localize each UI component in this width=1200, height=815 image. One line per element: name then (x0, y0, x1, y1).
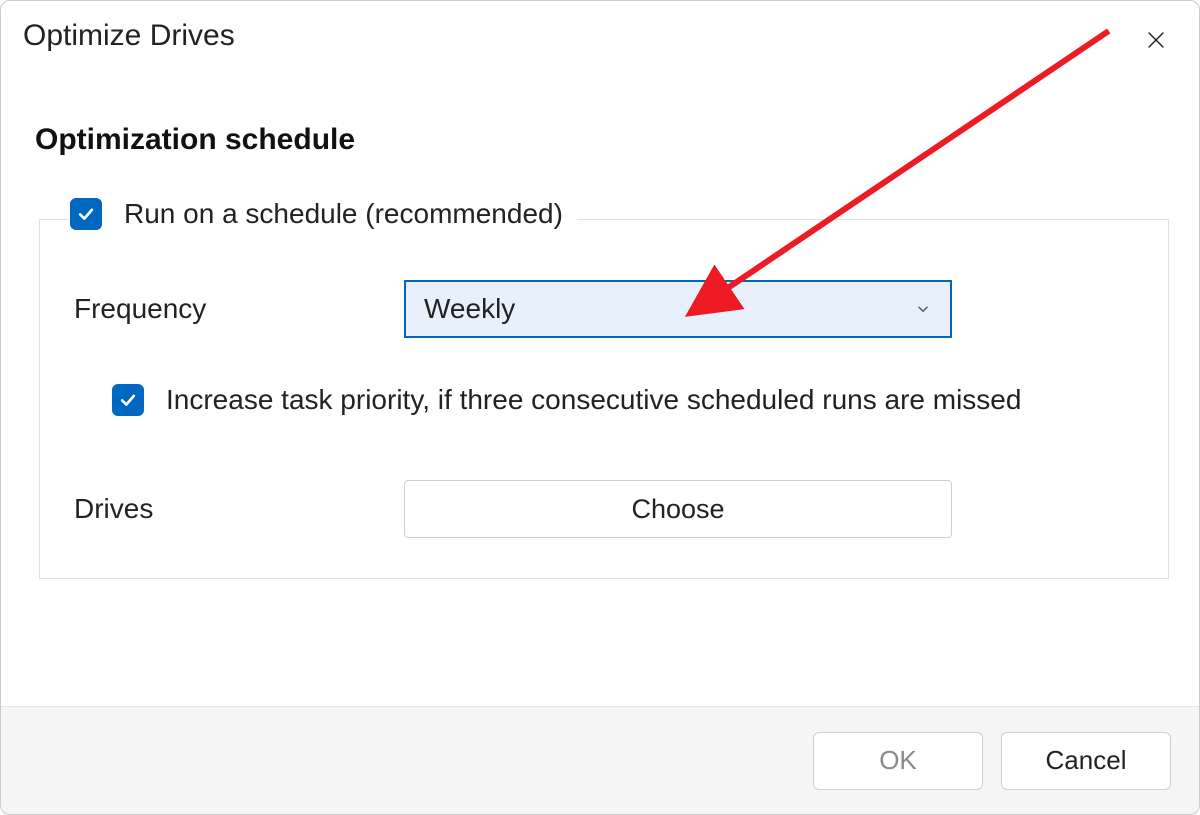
choose-drives-button[interactable]: Choose (404, 480, 952, 538)
increase-priority-checkbox[interactable] (112, 384, 144, 416)
run-on-schedule-label: Run on a schedule (recommended) (124, 198, 563, 230)
window-title: Optimize Drives (23, 19, 235, 53)
frequency-value: Weekly (424, 293, 515, 325)
schedule-fieldset: Run on a schedule (recommended) Frequenc… (39, 219, 1169, 579)
optimize-drives-dialog: Optimize Drives Optimization schedule Ru… (0, 0, 1200, 815)
chevron-down-icon (914, 300, 932, 318)
dialog-content: Optimization schedule Run on a schedule … (1, 63, 1199, 706)
dialog-footer: OK Cancel (1, 706, 1199, 814)
checkmark-icon (118, 390, 138, 410)
cancel-button[interactable]: Cancel (1001, 732, 1171, 790)
frequency-label: Frequency (74, 293, 404, 325)
frequency-dropdown[interactable]: Weekly (404, 280, 952, 338)
run-on-schedule-row: Run on a schedule (recommended) (68, 198, 577, 230)
choose-button-label: Choose (631, 494, 724, 525)
section-heading: Optimization schedule (35, 123, 1169, 157)
close-button[interactable] (1133, 17, 1179, 63)
close-icon (1145, 29, 1167, 51)
run-on-schedule-checkbox[interactable] (70, 198, 102, 230)
drives-row: Drives Choose (74, 480, 1134, 538)
ok-button[interactable]: OK (813, 732, 983, 790)
titlebar: Optimize Drives (1, 1, 1199, 63)
increase-priority-row: Increase task priority, if three consecu… (112, 384, 1134, 416)
cancel-button-label: Cancel (1046, 745, 1127, 776)
drives-label: Drives (74, 493, 404, 525)
increase-priority-label: Increase task priority, if three consecu… (166, 384, 1021, 416)
checkmark-icon (76, 204, 96, 224)
ok-button-label: OK (879, 745, 917, 776)
frequency-row: Frequency Weekly (74, 280, 1134, 338)
